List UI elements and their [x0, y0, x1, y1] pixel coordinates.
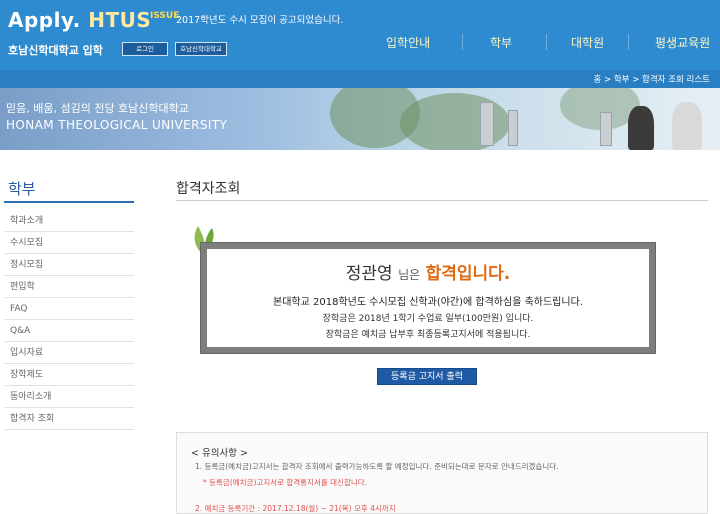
nav-graduate-school[interactable]: 대학원: [571, 34, 604, 51]
sidebar-item-scholarship[interactable]: 장학제도: [4, 364, 134, 386]
notice-title: < 유의사항 >: [191, 448, 248, 459]
logo-accent: HTUS: [88, 8, 152, 32]
result-card: 정관영 님은 합격입니다. 본대학교 2018학년도 수시모집 신학과(야간)에…: [200, 242, 656, 354]
nav-divider: [546, 34, 547, 50]
site-subtitle: 호남신학대학교 입학: [8, 44, 103, 57]
hero-banner: 믿음, 배움, 섬김의 전당 호남신학대학교 HONAM THEOLOGICAL…: [0, 88, 720, 150]
breadcrumb: 홈 > 학부 > 합격자 조회 리스트: [593, 75, 710, 85]
title-divider: [176, 200, 708, 201]
congratulation-text: 본대학교 2018학년도 수시모집 신학과(야간)에 합격하심을 축하드립니다.: [273, 297, 583, 308]
sidebar-item-admission-materials[interactable]: 입시자료: [4, 342, 134, 364]
nav-continuing-education[interactable]: 평생교육원: [655, 34, 710, 51]
nav-divider: [628, 34, 629, 50]
notice-item-1: 1. 등록금(예치금)고지서는 합격자 조회에서 출력가능하도록 할 예정입니다…: [195, 462, 559, 471]
banner-monument-image: [480, 102, 494, 146]
banner-slogan: 믿음, 배움, 섬김의 전당 호남신학대학교: [6, 102, 189, 115]
sidebar-item-transfer[interactable]: 편입학: [4, 276, 134, 298]
university-home-button[interactable]: 호남신학대학교: [175, 42, 227, 56]
nav-undergraduate[interactable]: 학부: [490, 34, 512, 51]
sidebar-item-qna[interactable]: Q&A: [4, 320, 134, 342]
sidebar-item-faq[interactable]: FAQ: [4, 298, 134, 320]
banner-student-image: [628, 106, 654, 150]
issue-label: ISSUE: [150, 11, 180, 21]
login-button[interactable]: 로그인: [122, 42, 168, 56]
print-tuition-bill-button[interactable]: 등록금 고지서 출력: [377, 368, 477, 385]
applicant-name: 정관영: [345, 264, 393, 284]
page-title: 합격자조회: [176, 181, 241, 197]
notice-item-2: 2. 예치금 등록기간 : 2017.12.18(월) ~ 21(목) 오후 4…: [195, 504, 396, 513]
sidebar-item-clubs[interactable]: 동아리소개: [4, 386, 134, 408]
banner-monument-image: [600, 112, 612, 146]
breadcrumb-bar: 홈 > 학부 > 합격자 조회 리스트: [0, 70, 720, 88]
sidebar-item-department-intro[interactable]: 학과소개: [4, 210, 134, 232]
scholarship-note-text: 장학금은 예치금 납부후 최종등록고지서에 적용됩니다.: [325, 330, 531, 340]
sidebar-title: 학부: [8, 180, 36, 198]
sidebar-item-regular-admission[interactable]: 정시모집: [4, 254, 134, 276]
sidebar-item-early-admission[interactable]: 수시모집: [4, 232, 134, 254]
banner-student-image: [672, 102, 702, 150]
notice-box: < 유의사항 > 1. 등록금(예치금)고지서는 합격자 조회에서 출력가능하도…: [176, 432, 708, 514]
site-logo[interactable]: Apply. HTUS: [8, 8, 151, 32]
sidebar-item-result-lookup[interactable]: 합격자 조회: [4, 408, 134, 430]
top-header: Apply. HTUS ISSUE 2017학년도 수시 모집이 공고되었습니다…: [0, 0, 720, 70]
applicant-suffix: 님은: [398, 268, 421, 282]
scholarship-amount-text: 장학금은 2018년 1학기 수업료 일부(100만원) 입니다.: [322, 314, 534, 324]
notice-item-1-note: * 등록금(예치금)고지서로 합격통지서를 대신합니다.: [203, 478, 368, 487]
result-card-body: 정관영 님은 합격입니다. 본대학교 2018학년도 수시모집 신학과(야간)에…: [207, 249, 649, 347]
logo-main: Apply.: [8, 8, 81, 32]
sidebar-divider: [4, 201, 134, 203]
nav-divider: [462, 34, 463, 50]
banner-monument-image: [508, 110, 518, 146]
result-status: 합격입니다.: [425, 264, 511, 284]
banner-university-name: HONAM THEOLOGICAL UNIVERSITY: [6, 118, 228, 132]
result-headline: 정관영 님은 합격입니다.: [207, 259, 649, 284]
issue-text[interactable]: 2017학년도 수시 모집이 공고되었습니다.: [176, 12, 343, 26]
nav-admission-info[interactable]: 입학안내: [386, 34, 430, 51]
